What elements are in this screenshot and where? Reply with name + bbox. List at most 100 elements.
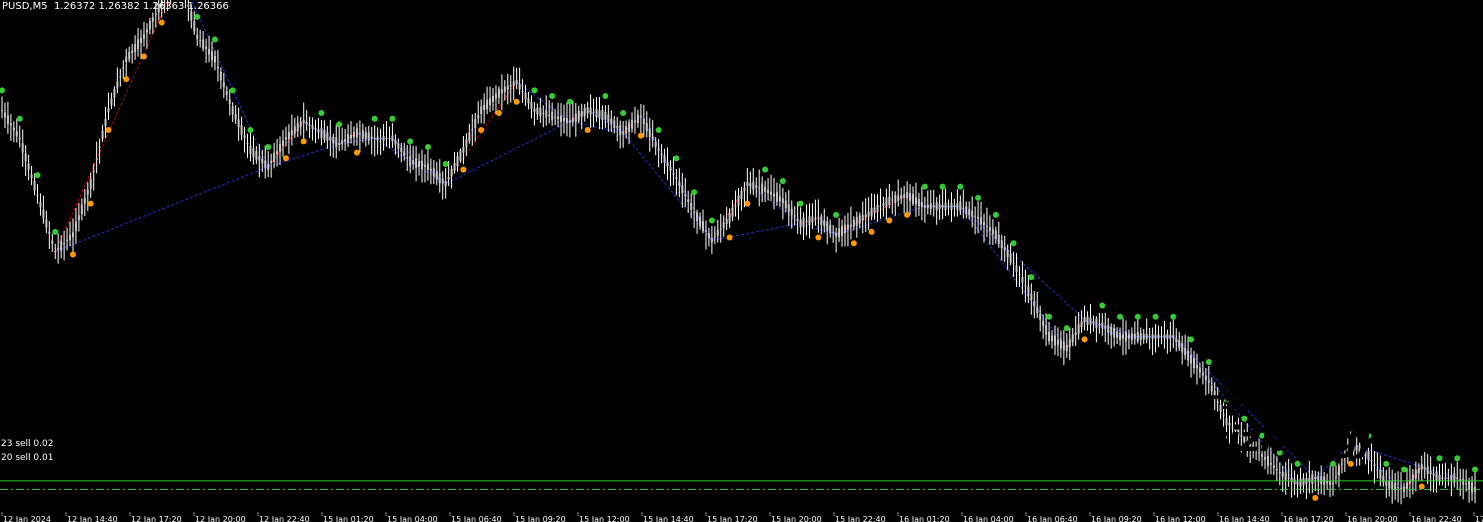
candle-body	[98, 146, 101, 148]
candle-body	[1385, 481, 1388, 486]
candle-body	[74, 221, 77, 231]
candle-body	[1293, 479, 1296, 485]
candle-body	[560, 115, 563, 122]
candle-body	[243, 135, 246, 139]
candle-body	[196, 34, 199, 39]
candle-body	[506, 85, 509, 90]
candle-body	[193, 21, 196, 32]
symbol-timeframe: PUSD,M5	[2, 1, 48, 12]
candle-body	[1172, 335, 1175, 339]
candle-body	[796, 218, 799, 221]
candle-body	[1397, 487, 1400, 489]
candle-body	[920, 202, 923, 207]
candle-body	[687, 199, 690, 202]
candle-body	[376, 136, 379, 141]
candle-body	[199, 40, 202, 42]
x-tick-label: 16 Jan 17:20	[1283, 515, 1334, 522]
candle-body	[1104, 325, 1107, 329]
buy-marker	[779, 177, 786, 184]
buy-marker	[247, 127, 254, 134]
x-tick-label: 15 Jan 04:00	[387, 515, 438, 522]
candle-body	[1340, 463, 1343, 465]
candle-body	[633, 120, 636, 123]
candle-body	[450, 168, 453, 177]
candle-body	[515, 80, 518, 84]
candle-body	[826, 221, 829, 231]
candle-body	[1154, 334, 1157, 339]
candle-body	[1003, 247, 1006, 251]
candle-body	[311, 125, 314, 130]
candle-body	[1148, 335, 1151, 338]
candle-body	[1089, 317, 1092, 326]
candle-body	[846, 224, 849, 230]
candle-body	[1178, 340, 1181, 349]
candle-body	[1045, 325, 1048, 335]
candle-body	[438, 173, 441, 184]
candle-body	[855, 217, 858, 226]
sell-marker	[1312, 494, 1319, 501]
candle-body	[287, 132, 290, 140]
candle-body	[545, 110, 548, 118]
candle-body	[80, 204, 83, 215]
sell-marker	[123, 76, 130, 83]
buy-marker	[992, 211, 999, 218]
buy-marker	[1063, 325, 1070, 332]
candle-body	[574, 113, 577, 122]
buy-marker	[762, 166, 769, 173]
candle-body	[835, 232, 838, 237]
candle-body	[719, 228, 722, 230]
candle-body	[142, 34, 145, 39]
buy-marker	[16, 115, 23, 122]
candle-body	[1435, 471, 1438, 481]
candle-body	[592, 111, 595, 113]
candle-body	[977, 216, 980, 219]
candle-body	[237, 119, 240, 128]
order-label-1[interactable]: 23 sell 0.02	[1, 439, 53, 449]
sell-marker	[850, 240, 857, 247]
x-tick-label: 12 Jan 20:00	[195, 515, 246, 522]
sell-marker	[744, 200, 751, 207]
candle-body	[1012, 262, 1015, 264]
buy-marker	[1117, 313, 1124, 320]
watermark-title: 一掌金外汇资源网	[1188, 379, 1452, 418]
candle-body	[716, 230, 719, 236]
candle-body	[684, 194, 687, 197]
candle-body	[320, 127, 323, 138]
buy-marker	[673, 155, 680, 162]
candle-body	[743, 187, 746, 192]
candle-body	[849, 224, 852, 227]
candle-body	[994, 230, 997, 240]
candle-body	[249, 145, 252, 154]
candle-body	[1033, 300, 1036, 307]
candle-body	[456, 156, 459, 167]
candle-body	[787, 204, 790, 213]
x-tick-label: 12 Jan 17:20	[131, 515, 182, 522]
candle-body	[941, 205, 944, 208]
candle-body	[1278, 472, 1281, 474]
candle-body	[707, 233, 710, 239]
candle-body	[500, 89, 503, 94]
candle-body	[30, 174, 33, 178]
candle-body	[1444, 478, 1447, 480]
candle-body	[1465, 483, 1468, 485]
candle-body	[134, 43, 137, 52]
x-tick-label: 16 Jan 22:40	[1411, 515, 1462, 522]
sell-marker	[140, 53, 147, 60]
candle-body	[1098, 324, 1101, 326]
candle-body	[131, 50, 134, 53]
order-label-2[interactable]: 20 sell 0.01	[1, 453, 53, 463]
candle-body	[503, 86, 506, 93]
candle-body	[1450, 474, 1453, 482]
buy-marker	[1134, 313, 1141, 320]
buy-marker	[939, 183, 946, 190]
candle-body	[983, 221, 985, 225]
candle-body	[755, 185, 758, 189]
candle-body	[1139, 333, 1142, 340]
candle-body	[1024, 285, 1027, 287]
candle-body	[660, 153, 663, 156]
candle-body	[403, 151, 406, 156]
candle-body	[370, 136, 373, 139]
candle-body	[1009, 253, 1012, 263]
candle-body	[418, 161, 421, 167]
candle-body	[486, 99, 489, 110]
